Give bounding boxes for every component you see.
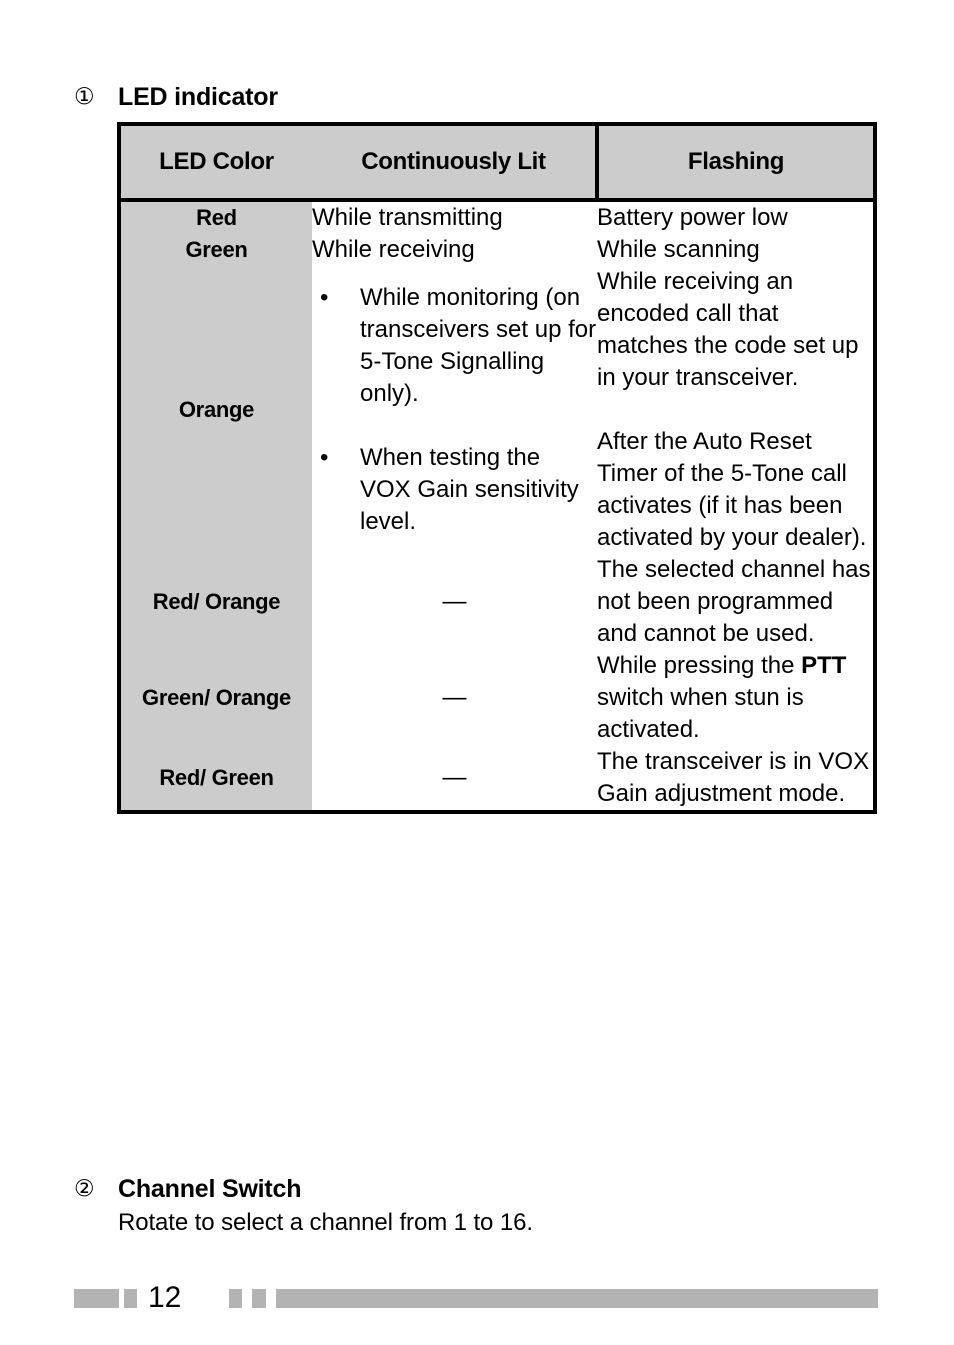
section-marker-2-icon: ② (74, 1176, 95, 1202)
led-indicator-table: LED Color Continuously Lit Flashing Red … (117, 122, 877, 814)
row-label-orange: Orange (119, 266, 312, 554)
row-label-green-orange: Green/ Orange (119, 650, 312, 746)
section-body-channel-switch: Rotate to select a channel from 1 to 16. (118, 1209, 533, 1236)
cell-green-flashing: While scanning (597, 236, 760, 263)
section-title-channel-switch: Channel Switch (118, 1175, 302, 1203)
list-item-text: While monitoring (on transceivers set up… (360, 284, 597, 407)
em-dash-placeholder: — (442, 684, 467, 711)
cell-red-green-lit: — (312, 746, 597, 812)
cell-green-lit: While receiving (312, 236, 475, 263)
cell-red-green-flashing: The transceiver is in VOX Gain adjustmen… (597, 748, 870, 807)
table-row: Red/ Orange — The selected channel has n… (119, 554, 875, 650)
cell-orange-lit: • While monitoring (on transceivers set … (312, 266, 597, 554)
list-item-text: When testing the VOX Gain sensitivity le… (360, 444, 579, 535)
list-item: • While monitoring (on transceivers set … (312, 282, 597, 410)
paragraph: While receiving an encoded call that mat… (597, 268, 859, 391)
footer-decoration-bar (276, 1289, 878, 1308)
table-row: Green/ Orange — While pressing the PTT s… (119, 650, 875, 746)
em-dash-placeholder: — (442, 588, 467, 615)
em-dash-placeholder: — (442, 764, 467, 791)
table-row: Green While receiving While scanning (119, 234, 875, 266)
section-heading-channel-switch: ② Channel Switch (74, 1174, 302, 1204)
paragraph: After the Auto Reset Timer of the 5-Tone… (597, 428, 867, 551)
table-row: Red While transmitting Battery power low (119, 200, 875, 234)
footer-decoration-square (229, 1289, 242, 1308)
section-heading-led-indicator: ① LED indicator (74, 82, 278, 112)
footer-decoration-square (252, 1289, 266, 1308)
ptt-keyword: PTT (801, 652, 847, 679)
cell-red-orange-lit: — (312, 554, 597, 650)
cell-red-orange-flashing: The selected channel has not been progra… (597, 556, 871, 647)
row-label-red: Red (119, 200, 312, 234)
row-label-red-orange: Red/ Orange (119, 554, 312, 650)
cell-orange-flashing: While receiving an encoded call that mat… (597, 266, 875, 554)
footer-decoration-square (124, 1289, 137, 1308)
table-row: Orange • While monitoring (on transceive… (119, 266, 875, 554)
list-item: • When testing the VOX Gain sensitivity … (312, 442, 597, 538)
orange-lit-bullet-list: • While monitoring (on transceivers set … (312, 282, 597, 538)
column-header-continuously-lit: Continuously Lit (312, 124, 599, 202)
page-footer: 12 (0, 1281, 954, 1317)
cell-red-lit: While transmitting (312, 204, 503, 231)
flashing-text-prefix: While pressing the (597, 652, 802, 679)
bullet-icon: • (320, 284, 329, 311)
table-header-row: LED Color Continuously Lit Flashing (119, 124, 875, 202)
cell-green-orange-flashing: While pressing the PTT switch when stun … (597, 650, 875, 746)
section-title-led-indicator: LED indicator (118, 83, 278, 111)
flashing-text-suffix: switch when stun is activated. (597, 684, 804, 743)
document-page: ① LED indicator LED Color Continuously L… (0, 0, 954, 1345)
section-marker-1-icon: ① (74, 84, 95, 110)
bullet-icon: • (320, 444, 329, 471)
column-header-flashing: Flashing (597, 124, 875, 202)
cell-red-flashing: Battery power low (597, 204, 788, 231)
footer-decoration-bar (74, 1289, 119, 1308)
column-header-led-color: LED Color (119, 124, 312, 202)
row-label-red-green: Red/ Green (119, 746, 312, 812)
page-number: 12 (148, 1281, 182, 1314)
table-row: Red/ Green — The transceiver is in VOX G… (119, 746, 875, 812)
row-label-green: Green (119, 234, 312, 266)
cell-green-orange-lit: — (312, 650, 597, 746)
